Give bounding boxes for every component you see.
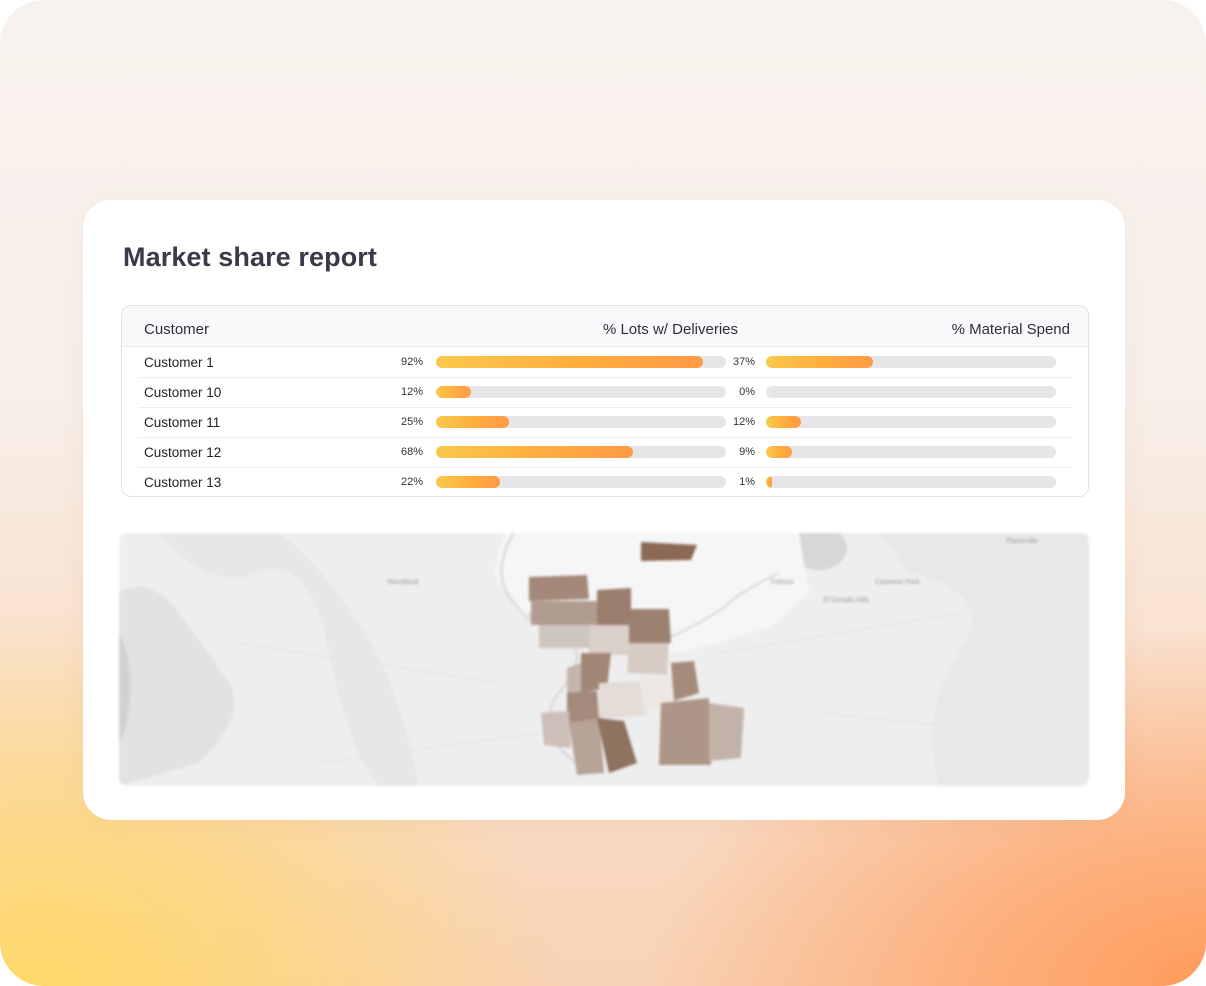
column-header-customer[interactable]: Customer [144,321,209,338]
lots-percent-label: 12% [400,386,423,398]
spend-progress-fill [766,356,874,368]
spend-progress-bar [766,416,1056,428]
market-share-table: Customer % Lots w/ Deliveries % Material… [121,305,1089,497]
spend-progress-bar [766,386,1056,398]
spend-progress-bar [766,476,1056,488]
map-region[interactable] [589,625,629,655]
table-row[interactable]: Customer 10 12% 0% [138,377,1072,408]
table-row[interactable]: Customer 11 25% 12% [138,407,1072,438]
lots-percent-label: 25% [400,416,423,428]
map-label-cameron-park: Cameron Park [875,579,921,586]
spend-percent-label: 37% [732,356,755,368]
map-region[interactable] [541,711,571,748]
table-row[interactable]: Customer 1 92% 37% [138,347,1072,378]
map-region[interactable] [599,681,647,719]
lots-percent-label: 68% [400,446,423,458]
lots-progress-bar [436,416,726,428]
map-region[interactable] [627,643,669,675]
column-header-spend[interactable]: % Material Spend [952,321,1070,338]
page-background: Market share report Customer % Lots w/ D… [0,0,1206,986]
lots-progress-fill [436,416,509,428]
report-card: Market share report Customer % Lots w/ D… [83,200,1125,820]
lots-progress-fill [436,386,471,398]
table-row[interactable]: Customer 12 68% 9% [138,437,1072,468]
spend-percent-label: 0% [739,386,755,398]
lots-progress-bar [436,356,726,368]
map-region[interactable] [597,588,631,628]
lots-progress-fill [436,476,500,488]
spend-progress-bar [766,446,1056,458]
lots-progress-bar [436,386,726,398]
lots-percent-label: 92% [400,356,423,368]
lots-percent-label: 22% [400,476,423,488]
lots-progress-fill [436,356,703,368]
map-region[interactable] [629,609,671,643]
customer-name: Customer 12 [144,445,222,460]
map-region[interactable] [539,625,589,648]
spend-percent-label: 9% [739,446,755,458]
map-region[interactable] [709,703,744,761]
spend-progress-fill [766,446,793,458]
table-header: Customer % Lots w/ Deliveries % Material… [122,306,1088,347]
map-label-woodland: Woodland [387,579,419,586]
map-region[interactable] [659,698,711,765]
map-region[interactable] [641,542,697,561]
customer-name: Customer 10 [144,385,222,400]
map-label-placerville: Placerville [1006,538,1038,545]
map-region[interactable] [567,663,581,693]
column-header-lots[interactable]: % Lots w/ Deliveries [603,321,738,338]
spend-percent-label: 1% [739,476,755,488]
customer-name: Customer 13 [144,475,222,490]
spend-progress-fill [766,476,772,488]
lots-progress-bar [436,446,726,458]
spend-progress-bar [766,356,1056,368]
map-region[interactable] [529,575,589,601]
lots-progress-bar [436,476,726,488]
choropleth-map[interactable]: Placerville Woodland Folsom Cameron Park… [119,533,1089,786]
table-row[interactable]: Customer 13 22% 1% [138,467,1072,496]
map-region[interactable] [531,601,597,625]
spend-progress-fill [766,416,801,428]
customer-name: Customer 11 [144,415,221,430]
map-region[interactable] [567,691,599,723]
lots-progress-fill [436,446,634,458]
report-title: Market share report [123,242,377,272]
map-label-el-dorado-hills: El Dorado Hills [823,597,870,604]
customer-name: Customer 1 [144,355,214,370]
map-label-folsom: Folsom [771,579,794,586]
map-canvas: Placerville Woodland Folsom Cameron Park… [119,533,1089,786]
spend-percent-label: 12% [732,416,755,428]
